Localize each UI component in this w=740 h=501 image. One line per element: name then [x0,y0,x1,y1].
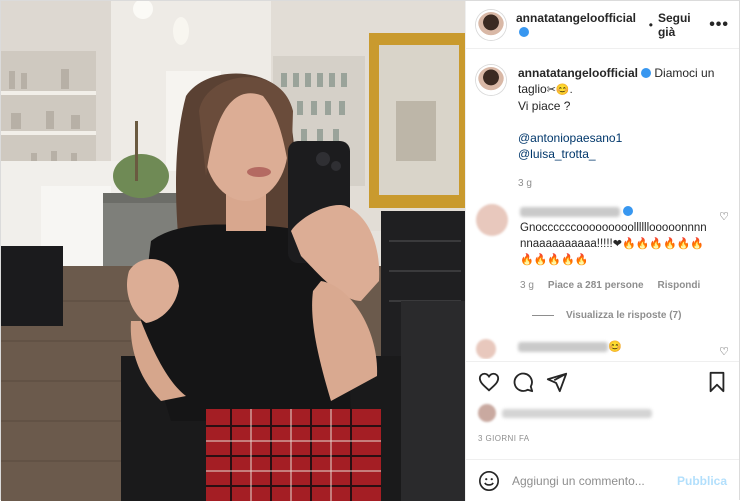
commenter-avatar[interactable] [476,339,496,359]
comment-body: Gnoccccccooooooooollllllooooonnnnnnaaaaa… [520,204,710,294]
caption-time[interactable]: 3 g [518,176,714,192]
share-send-icon[interactable] [546,371,568,393]
caption-body: annatatangeloofficial Diamoci un taglio✂… [518,65,714,192]
author-username-text[interactable]: annatatangeloofficial [516,11,636,25]
comment-likes[interactable]: Piace a 281 persone [548,278,644,294]
comment-input[interactable]: Aggiungi un commento... [512,474,645,488]
mention-link[interactable]: @luisa_trotta_ [518,146,714,162]
view-replies-button[interactable]: Visualizza le risposte (7) [532,310,729,321]
liker-avatar [478,404,496,422]
mention-link[interactable]: @antoniopaesano1 [518,130,714,146]
comment-meta: 3 g Piace a 281 persone Rispondi [520,278,710,294]
publish-button[interactable]: Pubblica [677,474,727,488]
verified-badge-icon [519,26,529,37]
caption-text-line1: Diamoci un [654,66,715,80]
comment-body: 😊 [518,339,708,359]
caption-emoji: ✂😊. [546,84,573,96]
comment-time[interactable]: 3 g [520,278,534,294]
author-username[interactable]: annatatangeloofficial [516,11,644,39]
caption-username[interactable]: annatatangeloofficial [518,66,638,80]
comments-list[interactable]: annatatangeloofficial Diamoci un taglio✂… [466,49,739,359]
view-replies-label[interactable]: Visualizza le risposte (7) [566,310,681,321]
instagram-post: annatatangeloofficial • Segui già ••• an… [0,0,740,501]
likes-blurred-text [502,408,652,418]
post-actions [466,361,739,401]
post-side-panel: annatatangeloofficial • Segui già ••• an… [465,1,739,501]
like-heart-icon[interactable] [478,371,500,393]
separator-dot: • [648,17,653,32]
comment-like-heart-icon[interactable]: ♡ [719,210,729,223]
replies-divider [532,315,554,316]
post-photo[interactable] [1,1,465,501]
caption-text-line2: taglio [518,82,547,96]
verified-badge-icon [641,68,652,78]
post-date[interactable]: 3 GIORNI FA [478,434,530,443]
commenter-avatar[interactable] [476,204,508,236]
verified-badge-icon [623,206,633,216]
add-comment-bar: Aggiungi un commento... Pubblica [466,459,739,501]
commenter-username[interactable] [518,341,608,352]
author-avatar[interactable] [476,9,506,40]
caption-text-line3: Vi piace ? [518,99,571,113]
comment-item: 😊 ♡ [476,339,729,359]
caption-avatar[interactable] [476,65,506,95]
comment-emoji: 😊 [608,341,622,353]
post-header: annatatangeloofficial • Segui già ••• [466,1,739,49]
follow-button[interactable]: Segui già [658,11,709,39]
comment-icon[interactable] [512,371,534,393]
more-options-icon[interactable]: ••• [709,16,729,34]
comment-item: Gnoccccccooooooooollllllooooonnnnnnaaaaa… [476,204,729,294]
reply-button[interactable]: Rispondi [658,278,701,294]
commenter-username[interactable] [520,206,620,217]
likes-summary[interactable] [478,404,652,422]
emoji-smiley-icon[interactable] [478,470,500,492]
comment-like-heart-icon[interactable]: ♡ [719,345,729,358]
save-bookmark-icon[interactable] [707,371,727,393]
salon-selfie-image [1,1,465,501]
post-caption: annatatangeloofficial Diamoci un taglio✂… [476,65,729,192]
